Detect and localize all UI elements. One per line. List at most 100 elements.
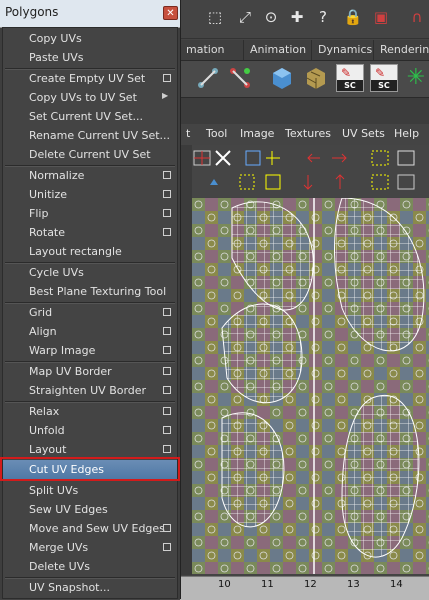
option-box-icon[interactable] xyxy=(163,524,171,532)
menu-item-label: Sew UV Edges xyxy=(29,503,108,516)
menu-item-label: Normalize xyxy=(29,169,85,182)
menu-item-label: Grid xyxy=(29,306,53,319)
snap-curve-icon[interactable]: ⤢ xyxy=(234,6,256,28)
uv-viewport[interactable] xyxy=(192,198,429,574)
option-box-icon[interactable] xyxy=(163,346,171,354)
menu-item-partial[interactable]: t xyxy=(186,124,190,144)
option-box-icon[interactable] xyxy=(163,445,171,453)
menu-image[interactable]: Image xyxy=(240,124,274,144)
menu-item-straighten-uv-border[interactable]: Straighten UV Border xyxy=(3,381,177,400)
option-box-icon[interactable] xyxy=(163,386,171,394)
menu-item-label: Merge UVs xyxy=(29,541,89,554)
snap-point-icon[interactable]: ⊙ xyxy=(260,6,282,28)
menu-item-delete-current-uv-set[interactable]: Delete Current UV Set xyxy=(3,145,177,164)
menu-item-split-uvs[interactable]: Split UVs xyxy=(3,481,177,500)
menu-item-best-plane-texturing-tool[interactable]: Best Plane Texturing Tool xyxy=(3,282,177,301)
menu-item-label: Warp Image xyxy=(29,344,96,357)
option-box-icon[interactable] xyxy=(163,308,171,316)
menu-help[interactable]: Help xyxy=(394,124,419,144)
close-icon[interactable]: ✕ xyxy=(163,6,178,20)
menu-title: Polygons xyxy=(5,5,59,19)
option-box-icon[interactable] xyxy=(163,426,171,434)
menu-item-map-uv-border[interactable]: Map UV Border xyxy=(3,362,177,381)
option-box-icon[interactable] xyxy=(163,190,171,198)
menu-item-label: Create Empty UV Set xyxy=(29,72,146,85)
script-sc-icon-2[interactable]: SC ✎ xyxy=(370,64,398,92)
menu-item-relax[interactable]: Relax xyxy=(3,402,177,421)
ruler-tick-12: 12 xyxy=(304,579,317,590)
menu-uv-sets[interactable]: UV Sets xyxy=(342,124,385,144)
menu-item-rename-current-uv-set[interactable]: Rename Current UV Set... xyxy=(3,126,177,145)
ruler-tick-14: 14 xyxy=(390,579,403,590)
menu-item-copy-uvs[interactable]: Copy UVs xyxy=(3,29,177,48)
menu-item-label: Relax xyxy=(29,405,60,418)
panel-separator xyxy=(180,97,429,125)
menu-item-copy-uvs-to-uv-set[interactable]: Copy UVs to UV Set ▶ xyxy=(3,88,177,107)
option-box-icon[interactable] xyxy=(163,74,171,82)
texture-cube-icon[interactable] xyxy=(302,64,330,92)
menu-item-label: Split UVs xyxy=(29,484,79,497)
menu-item-sew-uv-edges[interactable]: Sew UV Edges xyxy=(3,500,177,519)
uv-toolbar-icons[interactable] xyxy=(180,145,429,197)
cube-icon[interactable] xyxy=(268,64,296,92)
menu-item-label: Rotate xyxy=(29,226,66,239)
star-green-icon[interactable]: ✳ xyxy=(402,64,429,92)
shelf-tab-1[interactable]: mation xyxy=(180,40,244,60)
shelf-tab-dynamics[interactable]: Dynamics xyxy=(312,40,374,60)
menu-item-label: Layout rectangle xyxy=(29,245,122,258)
option-box-icon[interactable] xyxy=(163,327,171,335)
uv-ruler: 10 11 12 13 14 xyxy=(180,576,429,600)
shelf-tab-rendering[interactable]: Rendering xyxy=(374,40,429,60)
menu-item-grid[interactable]: Grid xyxy=(3,303,177,322)
snap-plus-icon[interactable]: ✚ xyxy=(286,6,308,28)
option-box-icon[interactable] xyxy=(163,543,171,551)
menu-item-label: UV Snapshot... xyxy=(29,581,110,594)
menu-item-warp-image[interactable]: Warp Image xyxy=(3,341,177,360)
help-icon[interactable]: ? xyxy=(312,6,334,28)
menu-item-normalize[interactable]: Normalize xyxy=(3,166,177,185)
menu-item-label: Flip xyxy=(29,207,49,220)
viewport-left-strip xyxy=(180,145,192,575)
shelf-tab-animation[interactable]: Animation xyxy=(244,40,312,60)
polygon-nodes-icon[interactable] xyxy=(194,64,222,92)
menu-item-uv-snapshot[interactable]: UV Snapshot... xyxy=(3,578,177,597)
menu-item-flip[interactable]: Flip xyxy=(3,204,177,223)
menu-item-paste-uvs[interactable]: Paste UVs xyxy=(3,48,177,67)
lock-icon[interactable]: 🔒 xyxy=(342,6,364,28)
menu-item-unitize[interactable]: Unitize xyxy=(3,185,177,204)
menu-item-label: Delete UVs xyxy=(29,560,90,573)
option-box-icon[interactable] xyxy=(163,407,171,415)
menu-item-delete-uvs[interactable]: Delete UVs xyxy=(3,557,177,576)
menu-item-merge-uvs[interactable]: Merge UVs xyxy=(3,538,177,557)
menu-item-label: Set Current UV Set... xyxy=(29,110,143,123)
transform-toggle-icon[interactable]: ⬚ xyxy=(204,6,226,28)
menu-titlebar[interactable]: Polygons ✕ xyxy=(0,0,180,28)
shelf: SC ✎ SC ✎ ✳ xyxy=(180,61,429,97)
ruler-tick-13: 13 xyxy=(347,579,360,590)
submenu-arrow-icon: ▶ xyxy=(162,91,169,100)
shelf-tabs: mation Animation Dynamics Rendering xyxy=(180,40,429,61)
option-box-icon[interactable] xyxy=(163,171,171,179)
menu-item-move-and-sew-uv-edges[interactable]: Move and Sew UV Edges xyxy=(3,519,177,538)
menu-item-cycle-uvs[interactable]: Cycle UVs xyxy=(3,263,177,282)
menu-item-create-empty-uv-set[interactable]: Create Empty UV Set xyxy=(3,69,177,88)
magnet-icon[interactable]: ∩ xyxy=(406,6,428,28)
option-box-icon[interactable] xyxy=(163,228,171,236)
menu-item-rotate[interactable]: Rotate xyxy=(3,223,177,242)
uv-editor-menubar: t Tool Image Textures UV Sets Help xyxy=(180,124,429,144)
menu-item-align[interactable]: Align xyxy=(3,322,177,341)
menu-textures[interactable]: Textures xyxy=(285,124,331,144)
option-box-icon[interactable] xyxy=(163,367,171,375)
menu-item-label: Best Plane Texturing Tool xyxy=(29,285,167,298)
script-sc-icon-1[interactable]: SC ✎ xyxy=(336,64,364,92)
render-view-icon[interactable]: ▣ xyxy=(370,6,392,28)
option-box-icon[interactable] xyxy=(163,209,171,217)
highlight-box xyxy=(0,457,180,481)
menu-item-layout-rectangle[interactable]: Layout rectangle xyxy=(3,242,177,261)
menu-item-label: Unitize xyxy=(29,188,67,201)
polygon-points-icon[interactable] xyxy=(226,64,254,92)
menu-item-label: Unfold xyxy=(29,424,65,437)
menu-item-set-current-uv-set[interactable]: Set Current UV Set... xyxy=(3,107,177,126)
menu-item-unfold[interactable]: Unfold xyxy=(3,421,177,440)
menu-tool[interactable]: Tool xyxy=(206,124,227,144)
